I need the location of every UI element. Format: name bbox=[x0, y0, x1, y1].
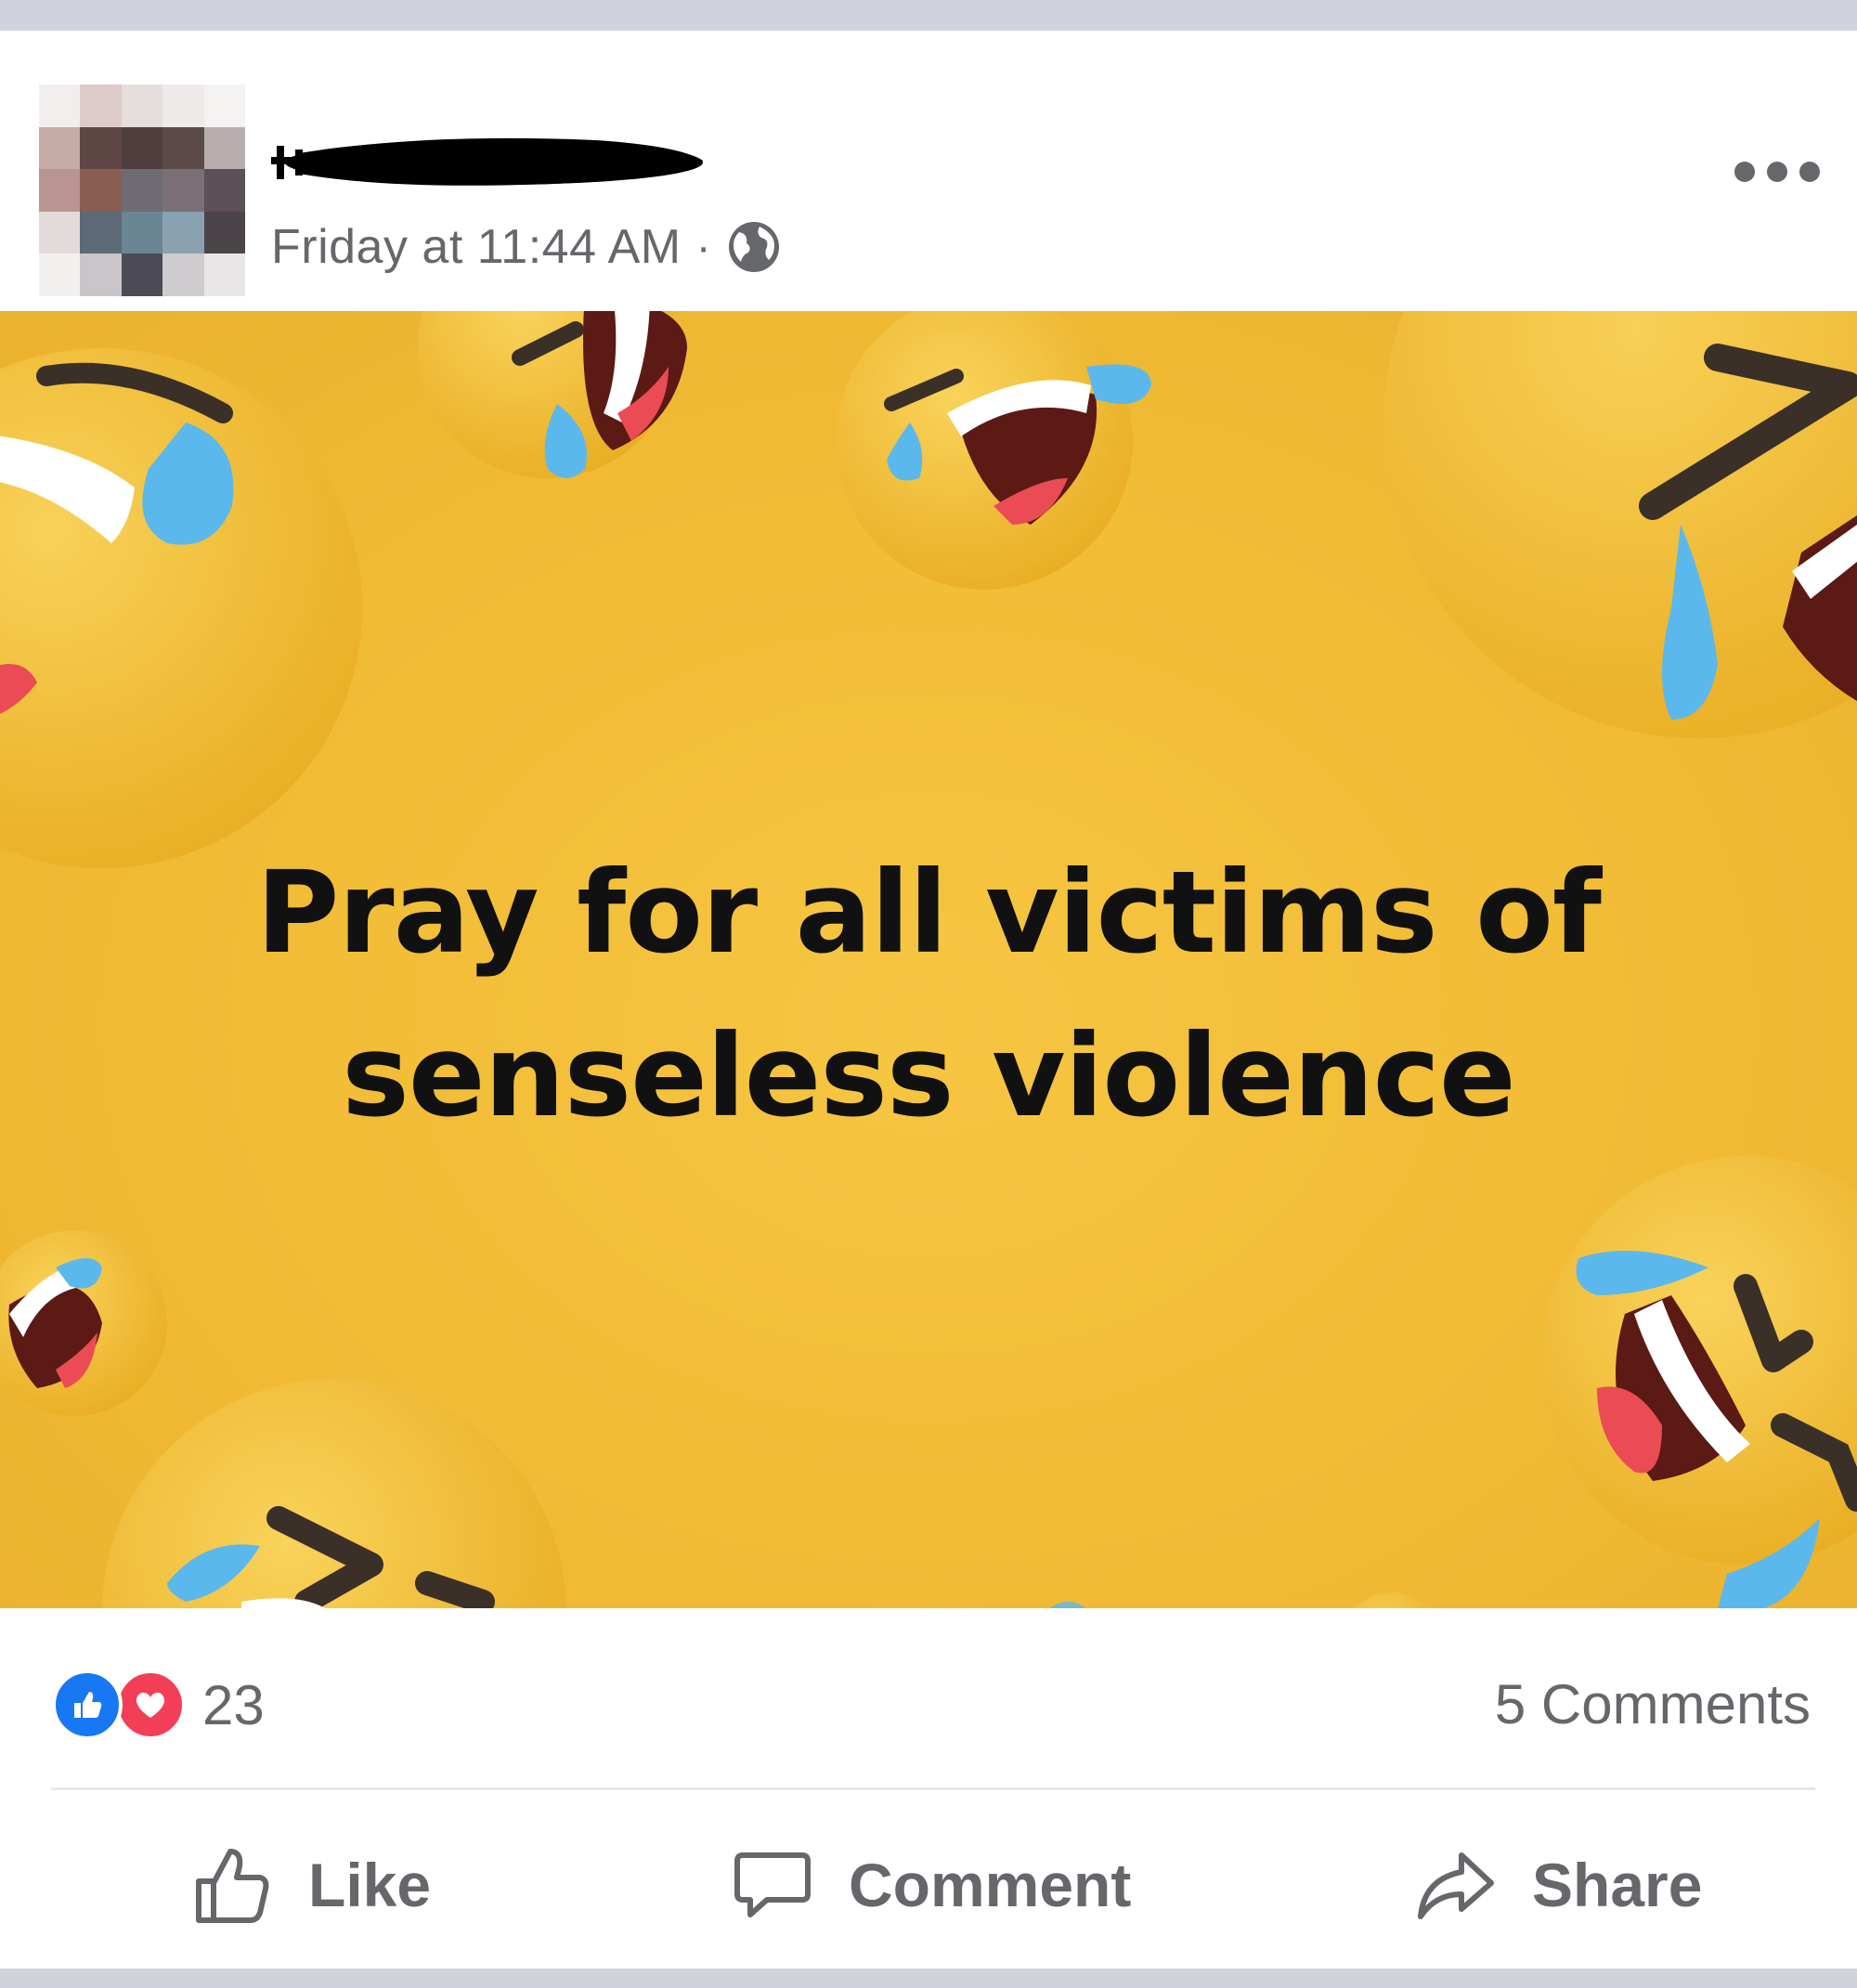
image-caption-line-2: senseless violence bbox=[342, 1010, 1515, 1142]
like-button[interactable]: Like bbox=[189, 1843, 431, 1927]
emoji-bottom-left bbox=[102, 1379, 566, 1608]
emoji-top-2 bbox=[836, 311, 1151, 590]
emoji-right-bottom bbox=[1541, 1156, 1857, 1608]
emoji-left-top bbox=[0, 348, 362, 868]
share-arrow-icon bbox=[1418, 1852, 1494, 1919]
image-caption: Pray for all victims of senseless violen… bbox=[0, 831, 1857, 1158]
globe-icon bbox=[729, 222, 780, 272]
emoji-top-1 bbox=[418, 311, 687, 478]
reaction-count: 23 bbox=[202, 1673, 265, 1736]
share-label: Share bbox=[1532, 1851, 1703, 1919]
post-timestamp[interactable]: Friday at 11:44 AM bbox=[271, 219, 682, 275]
love-reaction-icon bbox=[115, 1670, 186, 1740]
like-reaction-icon bbox=[52, 1670, 123, 1740]
image-caption-line-1: Pray for all victims of bbox=[255, 847, 1602, 979]
actions-divider bbox=[51, 1787, 1815, 1790]
emoji-right-top bbox=[1383, 311, 1857, 738]
avatar[interactable] bbox=[39, 84, 245, 296]
thumbs-up-icon bbox=[196, 1849, 269, 1923]
comments-count[interactable]: 5 Comments bbox=[1495, 1668, 1811, 1742]
like-label: Like bbox=[308, 1851, 432, 1919]
post-meta: Friday at 11:44 AM · bbox=[271, 214, 782, 279]
emoji-bottom-left-small bbox=[0, 1230, 167, 1416]
emoji-bottom-peek bbox=[1354, 1592, 1432, 1608]
comment-bubble-icon bbox=[734, 1852, 811, 1917]
comment-label: Comment bbox=[849, 1851, 1132, 1919]
post-image[interactable]: Pray for all victims of senseless violen… bbox=[0, 311, 1857, 1608]
feed-bottom-separator bbox=[0, 1969, 1857, 1988]
comment-button[interactable]: Comment bbox=[730, 1843, 1131, 1927]
reactions-summary[interactable]: 23 bbox=[52, 1668, 265, 1742]
more-dot bbox=[1767, 162, 1787, 182]
redacted-name bbox=[271, 137, 703, 186]
more-dot bbox=[1734, 162, 1755, 182]
more-dot bbox=[1799, 162, 1820, 182]
feed-top-separator bbox=[0, 0, 1857, 31]
tear-drop-peek bbox=[1049, 1602, 1086, 1608]
post-card: Friday at 11:44 AM · Pray for all victim… bbox=[0, 31, 1857, 1969]
meta-separator: · bbox=[695, 222, 712, 272]
more-options-icon[interactable] bbox=[1734, 144, 1820, 200]
share-button[interactable]: Share bbox=[1413, 1843, 1702, 1927]
